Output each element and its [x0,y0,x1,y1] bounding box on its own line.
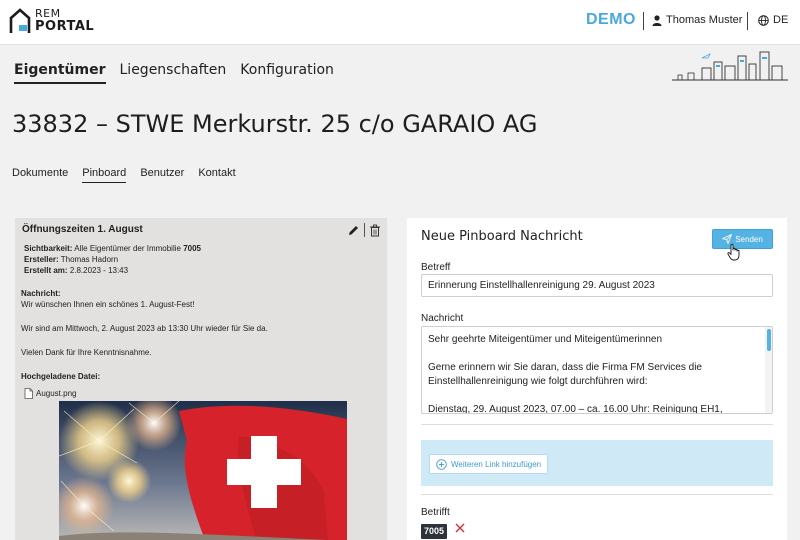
message-line: Wir wünschen Ihnen ein schönes 1. August… [21,300,195,309]
hand-pointer-icon [727,243,740,261]
post-actions [347,223,381,237]
message-line: Sehr geehrte Miteigentümer und Miteigent… [428,334,663,345]
rem-portal-logo[interactable]: REM PORTAL [8,7,98,37]
action-divider [364,223,365,237]
file-name: August.png [36,389,77,398]
divider [421,424,773,425]
sub-navigation: Dokumente Pinboard Benutzer Kontakt [12,167,236,183]
add-link-label: Weiteren Link hinzufügen [451,459,542,469]
message-textarea[interactable]: Sehr geehrte Miteigentümer und Miteigent… [421,326,773,414]
header-divider [747,12,748,30]
add-link-button[interactable]: Weiteren Link hinzufügen [429,454,549,474]
nav-tab-eigentuemer[interactable]: Eigentümer [14,62,106,84]
post-title: Öffnungszeiten 1. August [22,224,143,235]
subtab-kontakt[interactable]: Kontakt [198,167,235,183]
message-label: Nachricht: [21,289,61,298]
subtab-dokumente[interactable]: Dokumente [12,167,68,183]
upload-label: Hochgeladene Datei: [21,372,101,381]
logo-text-portal: PORTAL [35,19,95,34]
message-line: Vielen Dank für Ihre Kenntnisnahme. [21,348,152,357]
swiss-flag-fireworks-image[interactable] [59,401,347,540]
subtab-benutzer[interactable]: Benutzer [140,167,184,183]
language-selector[interactable]: DE [758,14,788,26]
textarea-scrollbar[interactable] [765,327,772,413]
post-message: Nachricht: Wir wünschen Ihnen ein schöne… [21,288,381,371]
form-title: Neue Pinboard Nachricht [421,229,583,244]
house-logo-icon [9,8,31,33]
send-button[interactable]: Senden [712,229,773,249]
remove-tag-icon[interactable] [454,522,466,534]
file-icon [24,388,33,399]
scrollbar-thumb[interactable] [767,329,771,351]
subject-label: Betreff [421,262,451,273]
nav-tab-konfiguration[interactable]: Konfiguration [240,62,334,84]
main-navigation: Eigentümer Liegenschaften Konfiguration [14,62,334,84]
visibility-text: Alle Eigentümer der Immobilie [74,244,181,253]
pencil-icon[interactable] [347,224,360,237]
author-name: Thomas Hadorn [60,255,119,264]
language-code: DE [773,14,789,26]
user-name: Thomas Muster [666,14,743,26]
message-line: Wir sind am Mittwoch, 2. August 2023 ab … [21,324,268,333]
environment-badge: DEMO [586,11,636,28]
visibility-id: 7005 [183,244,201,253]
subtab-pinboard[interactable]: Pinboard [82,167,127,183]
user-icon [652,14,662,26]
top-bar: REM PORTAL DEMO Thomas Muster DE [0,0,800,45]
header-divider [643,12,644,30]
city-skyline-illustration [672,51,788,81]
attached-file-link[interactable]: August.png [24,388,76,399]
message-line: Dienstag, 29. August 2023, 07.00 – ca. 1… [428,404,723,414]
visibility-label: Sichtbarkeit: [24,244,73,253]
link-section: Weiteren Link hinzufügen [421,440,773,486]
divider [421,494,773,495]
concerns-label: Betrifft [421,507,450,518]
page-title: 33832 – STWE Merkurstr. 25 c/o GARAIO AG [12,110,538,138]
author-label: Ersteller: [24,255,59,264]
globe-icon [758,14,769,26]
post-meta: Sichtbarkeit: Alle Eigentümer der Immobi… [24,243,201,276]
new-pinboard-message-form: Neue Pinboard Nachricht Senden Betreff E… [407,218,787,540]
subject-input[interactable]: Erinnerung Einstellhallenreinigung 29. A… [421,274,773,297]
trash-icon[interactable] [369,224,381,237]
property-tag: 7005 [421,524,448,539]
plus-circle-icon [436,458,447,470]
nav-tab-liegenschaften[interactable]: Liegenschaften [120,62,227,84]
user-menu[interactable]: Thomas Muster [652,14,742,26]
created-date: 2.8.2023 - 13:43 [69,266,129,275]
message-line: Gerne erinnern wir Sie daran, dass die F… [428,362,702,387]
created-label: Erstellt am: [24,266,68,275]
message-label: Nachricht [421,313,464,324]
pinboard-post-card: Öffnungszeiten 1. August Sichtbarkeit: A… [15,218,387,540]
